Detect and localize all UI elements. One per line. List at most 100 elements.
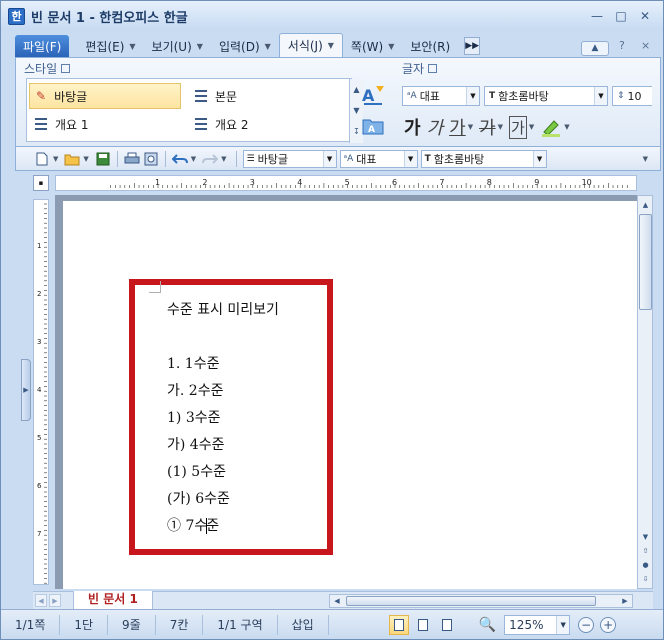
- status-page[interactable]: 1/1쪽: [1, 614, 61, 635]
- tab-label: 편집(E): [85, 39, 125, 54]
- line-text-after-caret: 준: [206, 518, 220, 534]
- paragraph-style-icon: [35, 118, 47, 130]
- undo-icon[interactable]: [171, 151, 188, 167]
- underline-glyph: 가: [449, 118, 466, 139]
- toolbar-overflow-icon[interactable]: ▼: [643, 155, 648, 163]
- style-folder-icon[interactable]: A: [360, 112, 386, 138]
- style-item-outline-1[interactable]: 개요 1: [29, 111, 181, 137]
- chevron-down-icon[interactable]: ▼: [556, 615, 570, 634]
- font-name-combo[interactable]: T 함초롬바탕 ▼: [420, 149, 547, 168]
- style-apply-icon[interactable]: A: [360, 82, 386, 108]
- ribbon-close-icon[interactable]: ×: [641, 39, 650, 52]
- chevron-down-icon: ▼: [528, 123, 535, 131]
- ruler-label: 4: [37, 386, 42, 394]
- tab-insert[interactable]: 입력(D) ▼: [211, 35, 279, 57]
- chevron-down-icon[interactable]: ▼: [403, 150, 417, 167]
- document-tab[interactable]: 빈 문서 1: [73, 591, 153, 610]
- page-up-icon[interactable]: ⇧: [639, 544, 652, 558]
- vertical-scrollbar[interactable]: ▲ ▼ ⇧ ● ⇩: [637, 195, 653, 589]
- scroll-right-icon[interactable]: ▶: [619, 595, 631, 607]
- tab-next-icon[interactable]: ▶: [49, 594, 61, 607]
- view-page-icon[interactable]: [388, 614, 409, 635]
- zoom-out-icon[interactable]: −: [578, 616, 595, 633]
- horizontal-ruler[interactable]: 1 2 3 4 5 6 7 8 9 10: [55, 175, 637, 191]
- ruler-tab-selector[interactable]: ▪: [33, 175, 49, 191]
- zoom-magnifier-icon[interactable]: 🔍: [479, 617, 496, 633]
- ruler-label: 5: [37, 434, 41, 442]
- tab-format[interactable]: 서식(J) ▼: [278, 33, 343, 57]
- scroll-thumb[interactable]: [639, 214, 652, 310]
- scroll-thumb[interactable]: [346, 596, 596, 606]
- tab-scroll-right-icon[interactable]: ▶▶: [464, 37, 481, 55]
- hwp-app-icon[interactable]: 한: [8, 7, 25, 25]
- page-list-icon[interactable]: ●: [639, 558, 652, 572]
- style-group-label: 스타일: [24, 60, 71, 77]
- font-name-combo[interactable]: T 함초롬바탕 ▼: [484, 86, 608, 106]
- new-document-icon[interactable]: [34, 151, 50, 167]
- tab-view[interactable]: 보기(U) ▼: [144, 35, 211, 57]
- tab-page[interactable]: 쪽(W) ▼: [343, 35, 402, 57]
- document-view[interactable]: 수준 표시 미리보기 1. 1수준 가. 2수준 1) 3수준 가) 4수준 (…: [55, 195, 637, 589]
- horizontal-scrollbar[interactable]: ◀ ▶: [329, 594, 633, 608]
- tab-security[interactable]: 보안(R): [402, 35, 458, 57]
- chevron-down-icon[interactable]: ▼: [53, 155, 58, 163]
- bold-button[interactable]: 가: [404, 114, 421, 140]
- font-size-combo[interactable]: ⇕ 10: [612, 86, 652, 106]
- document-page[interactable]: 수준 표시 미리보기 1. 1수준 가. 2수준 1) 3수준 가) 4수준 (…: [63, 201, 637, 589]
- chevron-down-icon[interactable]: ▼: [221, 155, 226, 163]
- document-body[interactable]: 수준 표시 미리보기 1. 1수준 가. 2수준 1) 3수준 가) 4수준 (…: [167, 297, 279, 540]
- chevron-down-icon[interactable]: ▼: [532, 150, 546, 167]
- font-lang-combo[interactable]: ᵃA 대표 ▼: [402, 86, 480, 106]
- tab-edit[interactable]: 편집(E) ▼: [77, 35, 143, 57]
- chevron-down-icon[interactable]: ▼: [191, 155, 196, 163]
- status-insert-mode[interactable]: 삽입: [278, 614, 329, 635]
- ruler-label: 2: [202, 178, 207, 187]
- zoom-combo[interactable]: 125% ▼: [504, 614, 571, 635]
- toolbar-separator: [235, 150, 237, 167]
- ribbon-collapse-icon[interactable]: ▲: [581, 41, 609, 56]
- view-web-icon[interactable]: [413, 615, 433, 635]
- underline-button[interactable]: 가 ▼: [449, 114, 473, 140]
- print-preview-icon[interactable]: [143, 151, 159, 167]
- redo-icon[interactable]: [202, 151, 219, 167]
- style-item-outline-2[interactable]: 개요 2: [189, 111, 339, 137]
- page-down-icon[interactable]: ⇩: [639, 572, 652, 586]
- scroll-down-icon[interactable]: ▼: [639, 530, 652, 544]
- char-border-button[interactable]: 가 ▼: [509, 115, 535, 139]
- combo-value: 바탕글: [257, 152, 289, 166]
- font-lang-combo[interactable]: ᵃA 대표 ▼: [339, 149, 418, 168]
- tab-file[interactable]: 파일(F): [15, 35, 70, 57]
- page-glyph: [417, 618, 428, 631]
- outline-level-1: 1. 1수준: [167, 356, 220, 372]
- minimize-icon[interactable]: —: [587, 7, 607, 25]
- dialog-launcher-icon[interactable]: [428, 64, 438, 73]
- save-icon[interactable]: [95, 151, 111, 167]
- chevron-down-icon: ▼: [264, 41, 271, 51]
- maximize-icon[interactable]: □: [611, 7, 631, 25]
- scroll-up-icon[interactable]: ▲: [639, 198, 652, 212]
- chevron-down-icon[interactable]: ▼: [466, 87, 479, 105]
- zoom-in-icon[interactable]: +: [600, 616, 617, 633]
- chevron-down-icon[interactable]: ▼: [594, 87, 607, 105]
- strikethrough-button[interactable]: 가 ▼: [479, 114, 503, 140]
- style-item-bonmun[interactable]: 본문: [189, 83, 339, 109]
- chevron-down-icon[interactable]: ▼: [83, 155, 88, 163]
- chevron-down-icon: ▼: [327, 41, 334, 50]
- ruler-label: 4: [297, 178, 302, 187]
- highlight-button[interactable]: ▼: [540, 117, 570, 137]
- view-outline-icon[interactable]: [437, 615, 457, 635]
- style-item-batanggeul[interactable]: ✎ 바탕글: [29, 83, 181, 109]
- tab-prev-icon[interactable]: ◀: [35, 594, 47, 607]
- italic-button[interactable]: 가: [427, 114, 444, 140]
- dialog-launcher-icon[interactable]: [61, 64, 71, 73]
- vertical-ruler[interactable]: 1 2 3 4 5 6 7: [33, 199, 49, 585]
- side-panel-expander[interactable]: ▶: [21, 359, 31, 421]
- style-combo[interactable]: ☰ 바탕글 ▼: [242, 149, 337, 168]
- print-icon[interactable]: [124, 151, 140, 167]
- close-icon[interactable]: ✕: [635, 7, 655, 25]
- chevron-down-icon: ▼: [467, 123, 474, 131]
- help-icon[interactable]: ?: [619, 39, 625, 52]
- scroll-left-icon[interactable]: ◀: [331, 595, 343, 607]
- chevron-down-icon[interactable]: ▼: [322, 150, 336, 167]
- open-folder-icon[interactable]: [64, 151, 80, 167]
